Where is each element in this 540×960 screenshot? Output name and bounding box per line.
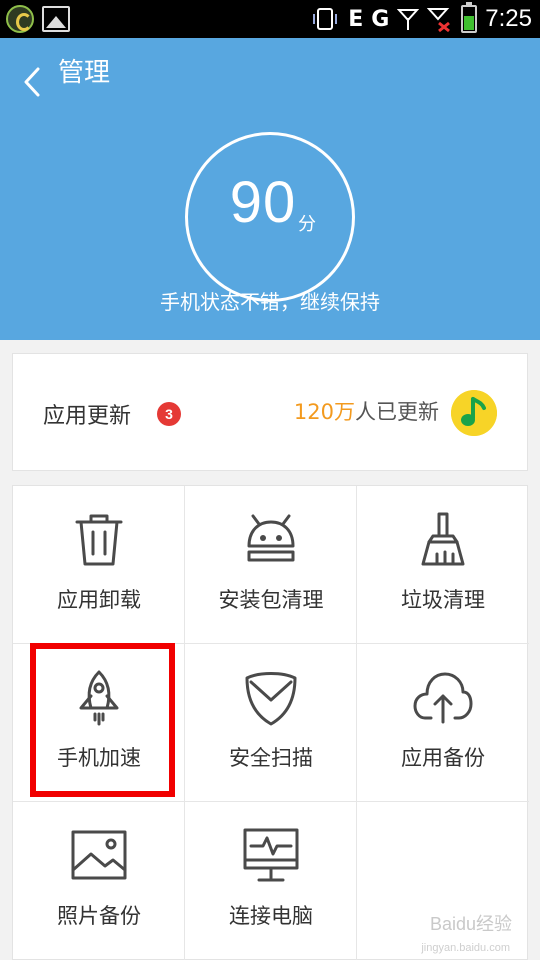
tool-junk-cleanup[interactable]: 垃圾清理 xyxy=(357,486,529,644)
update-count-badge: 3 xyxy=(157,402,181,426)
app-update-label: 应用更新 xyxy=(43,404,132,429)
android-icon xyxy=(247,514,295,562)
page-title: 管理 xyxy=(58,58,111,88)
broom-icon xyxy=(421,512,465,566)
tool-label: 垃圾清理 xyxy=(401,588,485,612)
score-header: 管理 90 分 手机状态不错，继续保持 xyxy=(0,38,540,340)
music-app-notification-icon xyxy=(6,5,34,33)
system-indicators: E G 7:25 xyxy=(312,0,532,38)
clock: 7:25 xyxy=(485,5,532,32)
tool-label: 应用备份 xyxy=(401,746,485,770)
monitor-icon xyxy=(243,828,299,882)
tool-empty-slot xyxy=(357,802,529,960)
network-type-icon: E xyxy=(348,6,364,32)
sim2-no-signal-icon xyxy=(427,8,451,33)
status-message: 手机状态不错，继续保持 xyxy=(160,290,380,314)
notification-icons xyxy=(6,5,70,33)
app-update-row[interactable]: 应用更新 3 120万人已更新 xyxy=(12,353,528,471)
trash-icon xyxy=(75,514,123,566)
updated-users-text: 120万人已更新 xyxy=(294,396,439,426)
vibrate-icon xyxy=(313,8,338,30)
tool-label: 安装包清理 xyxy=(218,588,324,612)
tool-app-backup[interactable]: 应用备份 xyxy=(357,644,529,802)
watermark: Baidu经验 xyxy=(429,914,512,934)
image-notification-icon xyxy=(42,6,70,32)
tool-photo-backup[interactable]: 照片备份 xyxy=(13,802,185,960)
tool-connect-pc[interactable]: 连接电脑 xyxy=(185,802,357,960)
tool-label: 照片备份 xyxy=(57,904,141,928)
signal-strength-icon xyxy=(397,9,420,30)
score-circle[interactable]: 90 分 xyxy=(185,132,355,302)
battery-icon xyxy=(461,2,478,33)
updated-users-suffix: 人已更新 xyxy=(355,400,439,424)
score-unit: 分 xyxy=(298,214,316,235)
tool-label: 安全扫描 xyxy=(229,746,313,770)
cloud-upload-icon xyxy=(413,672,473,724)
tool-apk-cleanup[interactable]: 安装包清理 xyxy=(185,486,357,644)
qq-music-logo-icon xyxy=(451,390,497,436)
status-bar: E G 7:25 xyxy=(0,0,540,38)
watermark-url: jingyan.baidu.com xyxy=(421,942,510,954)
tool-uninstall[interactable]: 应用卸载 xyxy=(13,486,185,644)
tool-label: 连接电脑 xyxy=(229,904,313,928)
tool-label: 应用卸载 xyxy=(57,588,141,612)
image-icon xyxy=(71,830,127,880)
updated-users-count: 120万 xyxy=(293,400,355,424)
shield-icon xyxy=(245,672,297,726)
back-arrow-icon[interactable] xyxy=(18,66,50,98)
highlight-box xyxy=(30,643,175,797)
signal-type-icon: G xyxy=(371,6,390,32)
tool-security-scan[interactable]: 安全扫描 xyxy=(185,644,357,802)
